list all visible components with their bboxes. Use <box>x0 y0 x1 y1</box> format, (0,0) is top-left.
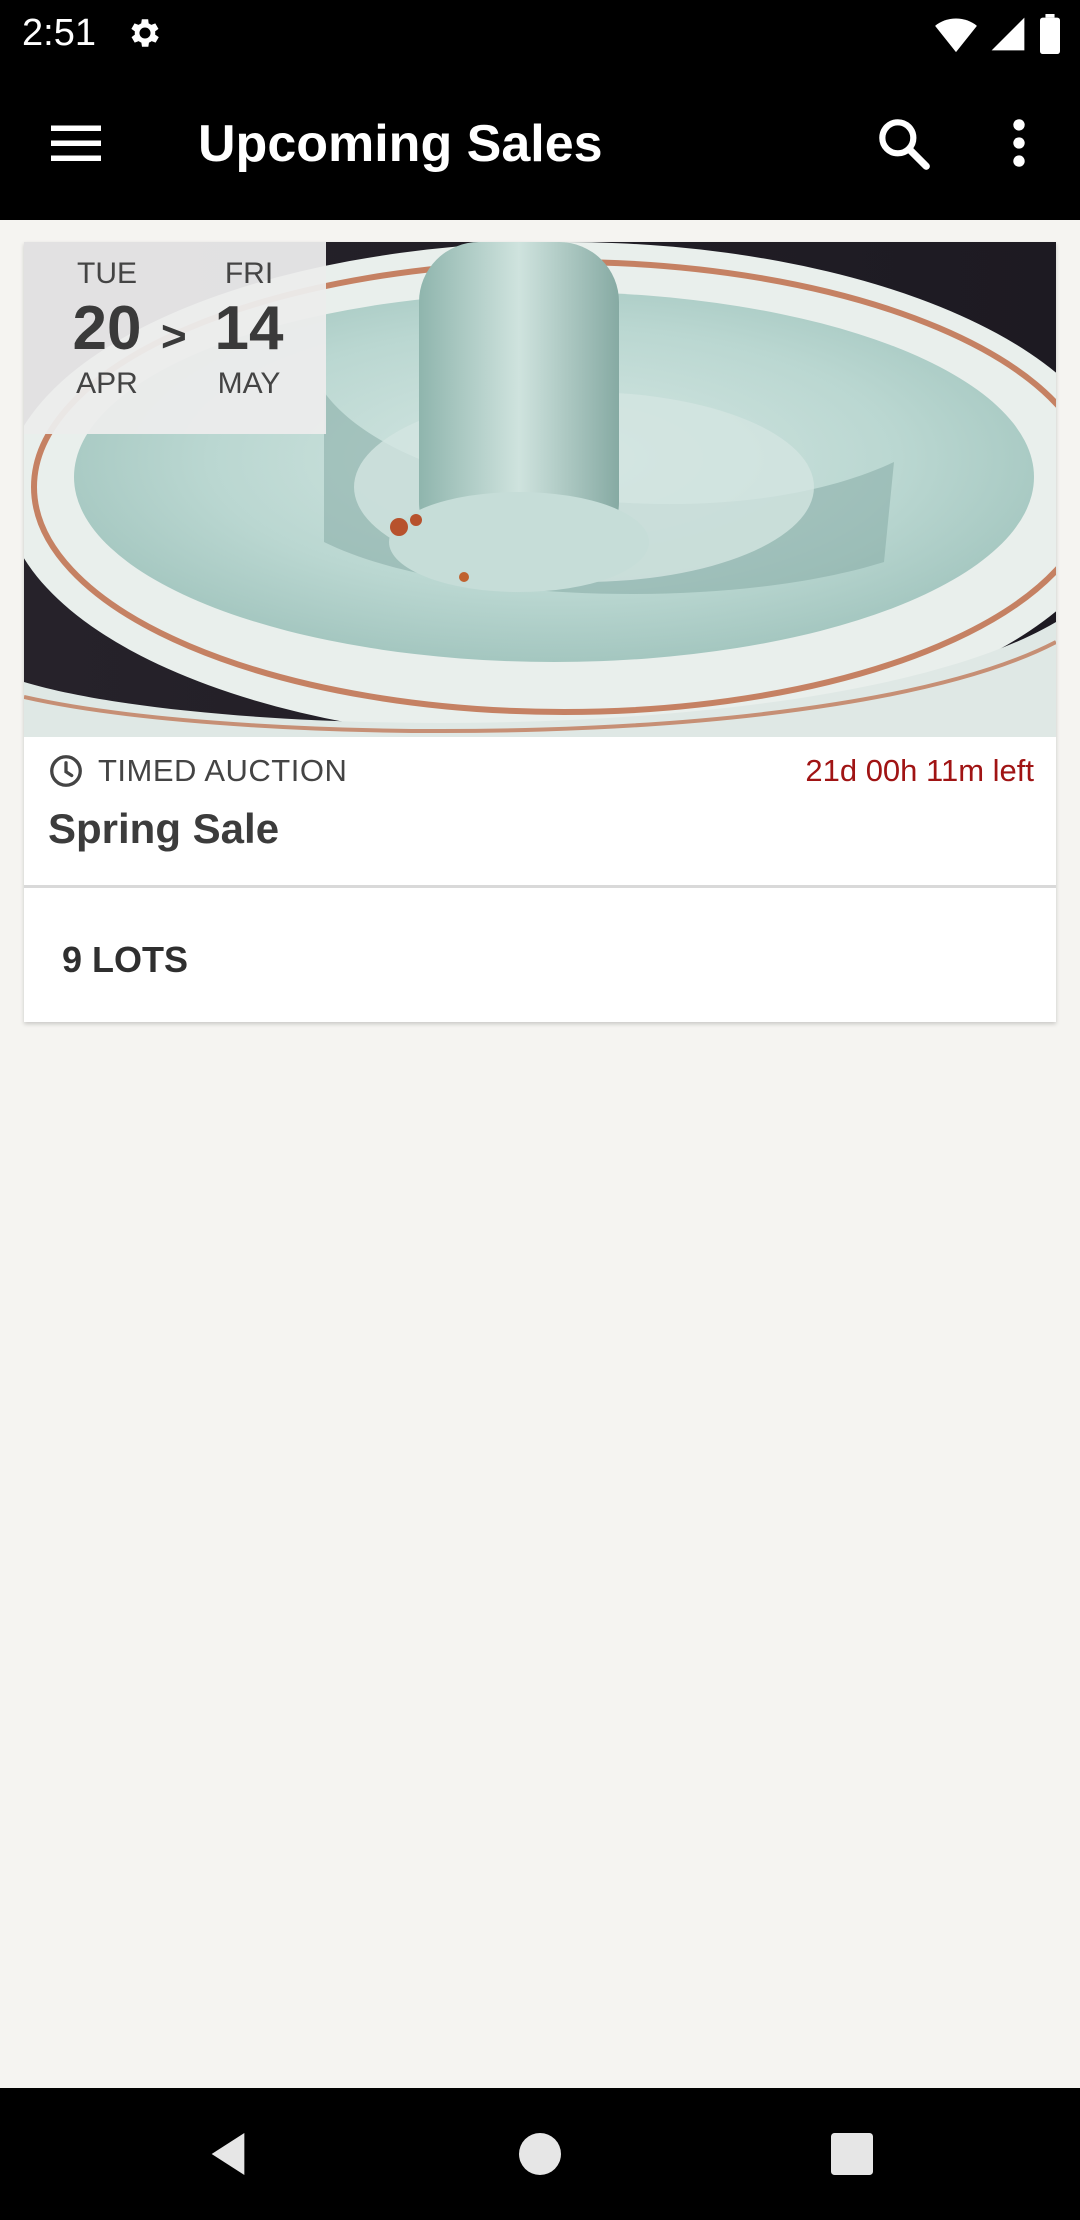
app-bar: Upcoming Sales <box>0 66 1080 220</box>
divider <box>24 885 1056 888</box>
menu-icon[interactable] <box>46 113 106 173</box>
auction-info: TIMED AUCTION 21d 00h 11m left <box>24 737 1056 807</box>
start-day-of-week: TUE <box>77 257 137 290</box>
clock-icon <box>50 755 82 787</box>
navigation-bar <box>0 2088 1080 2220</box>
date-range: TUE 20 APR > FRI 14 MAY <box>24 242 326 434</box>
start-month: APR <box>76 367 138 400</box>
date-separator: > <box>161 312 187 361</box>
page-title: Upcoming Sales <box>198 115 603 173</box>
end-day-of-week: FRI <box>224 257 274 290</box>
wifi-icon <box>935 18 977 53</box>
gear-icon <box>131 19 159 47</box>
lots-button[interactable]: 9 LOTS <box>62 938 188 982</box>
end-month: MAY <box>217 367 281 400</box>
home-icon[interactable] <box>512 2126 568 2182</box>
sale-image[interactable]: TUE 20 APR > FRI 14 MAY <box>24 242 1056 737</box>
back-icon[interactable] <box>200 2126 256 2182</box>
start-date: TUE 20 APR <box>42 256 172 402</box>
status-bar: 2:51 <box>0 0 1080 66</box>
search-icon[interactable] <box>872 112 934 174</box>
start-day: 20 <box>72 294 142 363</box>
time-left: 21d 00h 11m left <box>805 753 1034 788</box>
battery-icon <box>1040 14 1060 54</box>
auction-type: TIMED AUCTION <box>98 753 348 788</box>
end-date: FRI 14 MAY <box>184 256 314 402</box>
recents-icon[interactable] <box>824 2126 880 2182</box>
more-vert-icon[interactable] <box>988 112 1050 174</box>
signal-icon <box>991 17 1025 51</box>
status-time: 2:51 <box>22 12 96 54</box>
sale-title[interactable]: Spring Sale <box>48 804 279 854</box>
end-day: 14 <box>214 294 284 363</box>
sale-card[interactable]: TUE 20 APR > FRI 14 MAY TIMED AUCTION 21… <box>24 242 1056 1022</box>
status-icons <box>934 12 1062 56</box>
